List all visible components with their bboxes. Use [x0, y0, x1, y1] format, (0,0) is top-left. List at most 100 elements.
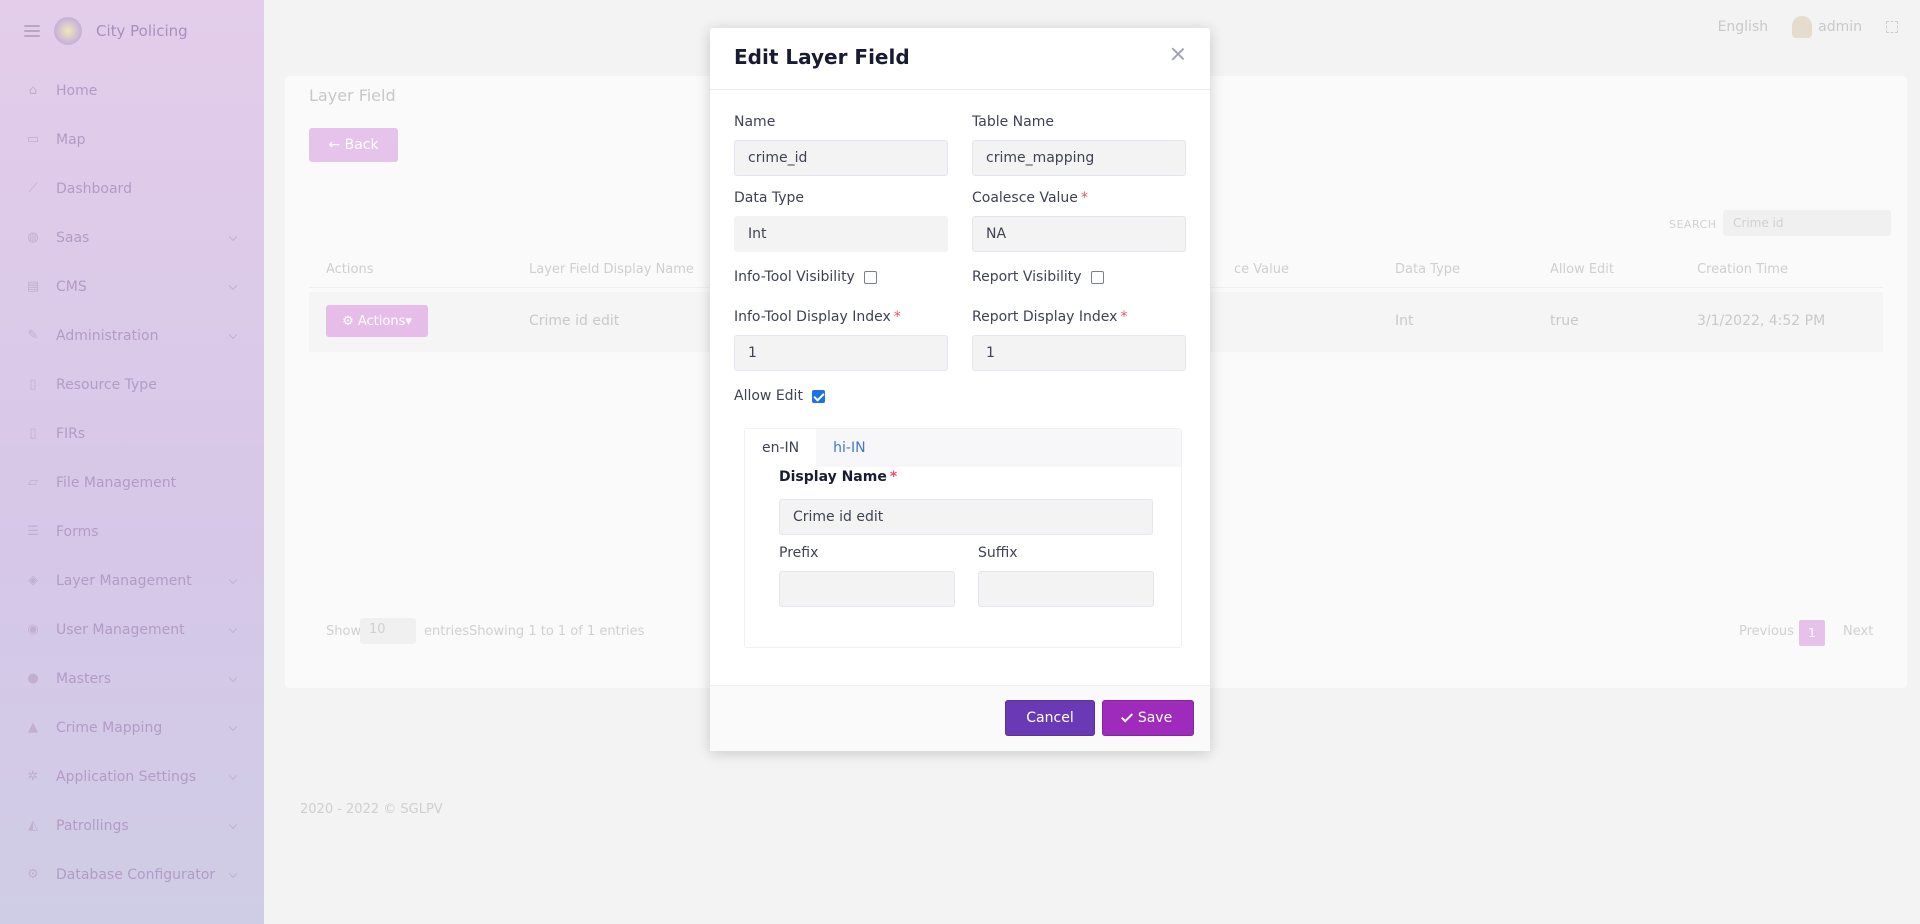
sidebar-item-resource-type[interactable]: ▯ Resource Type: [0, 360, 264, 409]
avatar: [1792, 16, 1813, 38]
data-type-label: Data Type: [734, 190, 805, 206]
next-page-link[interactable]: Next: [1843, 624, 1873, 639]
sidebar-item-label: Resource Type: [56, 376, 157, 393]
cogs-icon: ✲: [27, 769, 39, 784]
info-tool-index-field[interactable]: 1: [734, 335, 948, 371]
save-button[interactable]: Save: [1102, 700, 1194, 736]
prefix-field[interactable]: [779, 571, 955, 607]
allow-edit-checkbox[interactable]: [811, 389, 825, 403]
user-menu[interactable]: admin: [1792, 16, 1862, 38]
suffix-group: Suffix: [978, 545, 1154, 607]
globe-icon: ◍: [27, 230, 39, 245]
sidebar-item-label: Administration: [56, 327, 159, 344]
sidebar-item-map[interactable]: ▭ Map: [0, 115, 264, 164]
info-tool-index-group: Info-Tool Display Index * 1: [734, 309, 948, 371]
group-icon: ●: [27, 671, 39, 686]
cancel-button-label: Cancel: [1026, 710, 1074, 726]
sidebar-item-application-settings[interactable]: ✲ Application Settings: [0, 752, 264, 801]
col-data-type[interactable]: Data Type: [1395, 262, 1460, 277]
users-icon: ◉: [27, 622, 39, 637]
sidebar-item-database-configurator[interactable]: ⚙ Database Configurator: [0, 850, 264, 899]
report-index-label-text: Report Display Index: [972, 309, 1118, 325]
info-tool-visibility-checkbox[interactable]: [863, 270, 877, 284]
sidebar-item-dashboard[interactable]: ⟋ Dashboard: [0, 164, 264, 213]
close-icon[interactable]: [1168, 44, 1188, 64]
chevron-down-icon: [228, 281, 238, 290]
sidebar-item-label: Database Configurator: [56, 866, 216, 883]
sidebar-item-firs[interactable]: ▯ FIRs: [0, 409, 264, 458]
cancel-button[interactable]: Cancel: [1005, 700, 1095, 736]
row-actions-button[interactable]: ⚙ Actions ▾: [326, 305, 428, 337]
sidebar-item-label: Application Settings: [56, 768, 197, 785]
gear-icon: ⚙: [27, 867, 39, 882]
prefix-group: Prefix: [779, 545, 955, 607]
sidebar-item-home[interactable]: ⌂ Home: [0, 66, 264, 115]
report-visibility-row: Report Visibility: [972, 269, 1104, 285]
sidebar-item-label: Forms: [56, 523, 99, 540]
fullscreen-icon[interactable]: [1886, 21, 1898, 33]
report-visibility-checkbox[interactable]: [1090, 270, 1104, 284]
info-tool-index-label: Info-Tool Display Index *: [734, 309, 948, 329]
data-type-field[interactable]: Int: [734, 216, 948, 252]
back-button[interactable]: ← Back: [309, 128, 398, 162]
page-title: Layer Field: [309, 86, 396, 105]
sidebar-item-label: Masters: [56, 670, 112, 687]
display-name-field[interactable]: Crime id edit: [779, 499, 1153, 535]
table-name-field[interactable]: crime_mapping: [972, 140, 1186, 176]
modal-header: Edit Layer Field: [710, 28, 1210, 90]
map-icon: ▭: [26, 132, 40, 147]
sidebar-item-file-management[interactable]: ▱ File Management: [0, 458, 264, 507]
tab-en-in[interactable]: en-IN: [745, 429, 817, 467]
col-coalesce-value[interactable]: ce Value: [1234, 262, 1289, 277]
caret-down-icon: ▾: [405, 313, 412, 329]
page-size-select[interactable]: 10: [360, 618, 416, 644]
page-1-button[interactable]: 1: [1799, 620, 1825, 646]
col-allow-edit[interactable]: Allow Edit: [1550, 262, 1614, 277]
sidebar-item-patrollings[interactable]: ◭ Patrollings: [0, 801, 264, 850]
col-creation-time[interactable]: Creation Time: [1697, 262, 1788, 277]
info-tool-index-label-text: Info-Tool Display Index: [734, 309, 891, 325]
sidebar-item-forms[interactable]: ☰ Forms: [0, 507, 264, 556]
prev-page-link[interactable]: Previous: [1739, 624, 1794, 639]
allow-edit-row: Allow Edit: [734, 388, 825, 404]
suffix-field[interactable]: [978, 571, 1154, 607]
sidebar-item-crime-mapping[interactable]: ▲ Crime Mapping: [0, 703, 264, 752]
sidebar-item-cms[interactable]: ▤ CMS: [0, 262, 264, 311]
sidebar-item-label: CMS: [56, 278, 87, 295]
app-title: City Policing: [96, 22, 188, 40]
coalesce-field[interactable]: NA: [972, 216, 1186, 252]
wrench-icon: ✎: [27, 328, 39, 343]
file-icon: ▯: [29, 426, 37, 441]
chevron-down-icon: [228, 722, 238, 731]
arrow-left-icon: ←: [328, 137, 345, 153]
language-selector[interactable]: English: [1718, 19, 1769, 35]
sidebar-item-label: Home: [56, 82, 98, 99]
report-index-field[interactable]: 1: [972, 335, 1186, 371]
edit-layer-field-modal: Edit Layer Field Name crime_id Table Nam…: [710, 28, 1210, 751]
sidebar-item-user-management[interactable]: ◉ User Management: [0, 605, 264, 654]
search-label: SEARCH: [1669, 218, 1717, 231]
hamburger-menu-icon[interactable]: [24, 25, 40, 37]
chevron-down-icon: [228, 869, 238, 878]
sidebar-item-saas[interactable]: ◍ Saas: [0, 213, 264, 262]
report-visibility-label: Report Visibility: [972, 269, 1082, 285]
sidebar-item-masters[interactable]: ● Masters: [0, 654, 264, 703]
required-marker: *: [1080, 190, 1088, 206]
tab-hi-in[interactable]: hi-IN: [816, 429, 882, 467]
info-tool-visibility-label: Info-Tool Visibility: [734, 269, 855, 285]
sidebar-item-label: Layer Management: [56, 572, 192, 589]
flask-icon: ▲: [28, 720, 38, 735]
cms-icon: ▤: [26, 279, 40, 294]
sidebar-item-layer-management[interactable]: ◈ Layer Management: [0, 556, 264, 605]
sidebar-item-label: FIRs: [56, 425, 86, 442]
layers-icon: ◈: [28, 573, 38, 588]
name-field[interactable]: crime_id: [734, 140, 948, 176]
col-actions[interactable]: Actions: [326, 262, 374, 277]
search-input[interactable]: Crime id: [1723, 210, 1891, 236]
col-display-name[interactable]: Layer Field Display Name: [529, 262, 694, 277]
required-marker: *: [1120, 309, 1128, 325]
cell-display-name: Crime id edit: [529, 313, 620, 329]
chevron-down-icon: [228, 330, 238, 339]
coalesce-label-text: Coalesce Value: [972, 190, 1078, 206]
sidebar-item-administration[interactable]: ✎ Administration: [0, 311, 264, 360]
